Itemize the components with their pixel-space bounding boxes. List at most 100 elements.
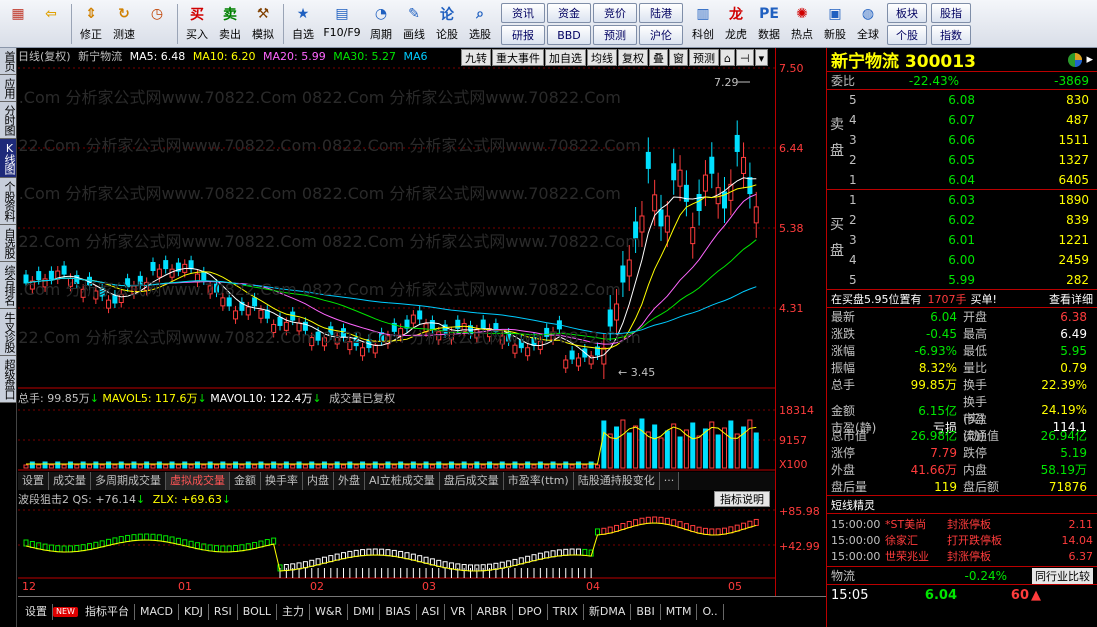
indicator-tab-4[interactable]: KDJ xyxy=(179,604,209,620)
toolbar-text-button[interactable]: 预测 xyxy=(593,25,637,45)
lock-icon[interactable]: ⌂ xyxy=(720,49,735,66)
volume-tab-0[interactable]: 设置 xyxy=(18,472,49,490)
toolbar.items2-pe-button[interactable]: PE 数据 xyxy=(753,2,785,46)
pie-icon[interactable]: ▸ xyxy=(1067,52,1093,68)
toolbar.items-sell-button[interactable]: 卖卖出 xyxy=(214,2,246,46)
toolbar.items-windows-grid-button[interactable]: ▦ xyxy=(2,2,34,46)
toolbar.items2-dragon-button[interactable]: 龙龙虎 xyxy=(720,2,752,46)
detail-button[interactable]: 查看详细 xyxy=(1049,291,1093,307)
toolbar.items-magnifier-chart-button[interactable]: ⌕ 选股 xyxy=(464,2,496,46)
toolbar.items2-ipo-button[interactable]: ▣ 新股 xyxy=(819,2,851,46)
indicator-tab-15[interactable]: TRIX xyxy=(548,604,584,620)
indicator-tab-19[interactable]: O.. xyxy=(697,604,724,620)
volume-tab-2[interactable]: 多周期成交量 xyxy=(91,472,166,490)
left-tab-6[interactable]: 综合排名 xyxy=(0,262,16,309)
volume-tab-4[interactable]: 金额 xyxy=(230,472,261,490)
toolbar.items-buy-button[interactable]: 买买入 xyxy=(181,2,213,46)
shortline-item[interactable]: 15:00:00 徐家汇 打开跌停板 14.04 xyxy=(827,532,1097,548)
toolbar-text-button[interactable]: BBD xyxy=(547,25,591,45)
toolbar.items-hammer-button[interactable]: ⚒ 模拟 xyxy=(247,2,279,46)
date-tick: 04 xyxy=(586,580,600,593)
chart-tab-7[interactable]: 预测 xyxy=(689,49,719,66)
toolbar.items-period-button[interactable]: ◔ 周期 xyxy=(365,2,397,46)
volume-tab-1[interactable]: 成交量 xyxy=(49,472,91,490)
chart-tab-5[interactable]: 叠 xyxy=(649,49,668,66)
toolbar.items-clock-button[interactable]: ◷ xyxy=(141,2,173,46)
kline-chart-svg[interactable]: 7.29 ← 3.45 0822.Com 分析家公式网www.70822.Com 0… xyxy=(18,48,775,596)
volume-bar xyxy=(423,461,429,469)
indicator-help-button[interactable]: 指标说明 xyxy=(714,491,770,507)
volume-tab-8[interactable]: AI立桩成交量 xyxy=(365,472,440,490)
toolbar-text-button[interactable]: 股指 xyxy=(931,3,971,23)
chart-tab-2[interactable]: 加自选 xyxy=(545,49,586,66)
volume-tab-9[interactable]: 盘后成交量 xyxy=(439,472,504,490)
volume-tab-5[interactable]: 换手率 xyxy=(261,472,303,490)
toolbar.items-chat-button[interactable]: 论论股 xyxy=(431,2,463,46)
toolbar-text-button[interactable]: 指数 xyxy=(931,25,971,45)
volume-tab-7[interactable]: 外盘 xyxy=(334,472,365,490)
left-tab-8[interactable]: 超级盘口 xyxy=(0,356,16,403)
toolbar-text-button[interactable]: 资讯 xyxy=(501,3,545,23)
indicator-tab-3[interactable]: MACD xyxy=(135,604,179,620)
toolbar.items-updown-arrows-button[interactable]: ⇕ 修正 xyxy=(75,2,107,46)
left-tab-7[interactable]: 牛叉诊股 xyxy=(0,309,16,356)
shortline-item[interactable]: 15:00:00 *ST美尚 封涨停板 2.11 xyxy=(827,516,1097,532)
indicator-tab-10[interactable]: BIAS xyxy=(380,604,417,620)
volume-tab-12[interactable]: ··· xyxy=(659,472,680,490)
chart-tab-0[interactable]: 九转 xyxy=(461,49,491,66)
volume-tab-6[interactable]: 内盘 xyxy=(303,472,334,490)
left-tab-0[interactable]: 首页 xyxy=(0,48,16,75)
toolbar.items-refresh-button[interactable]: ↻ 测速 xyxy=(108,2,140,46)
indicator-tab-17[interactable]: BBI xyxy=(631,604,661,620)
chart-tab-1[interactable]: 重大事件 xyxy=(492,49,544,66)
left-tab-1[interactable]: 应用 xyxy=(0,75,16,102)
toolbar.items2-hot-button[interactable]: ✺ 热点 xyxy=(786,2,818,46)
toolbar.items-doc-button[interactable]: ▤ F10/F9 xyxy=(320,2,364,46)
indicator-tab-5[interactable]: RSI xyxy=(209,604,238,620)
left-tab-5[interactable]: 自选股 xyxy=(0,225,16,262)
toolbar-text-button[interactable]: 板块 xyxy=(887,3,927,23)
volume-bar xyxy=(487,461,493,469)
toolbar.items2-chart-button[interactable]: ▥ 科创 xyxy=(687,2,719,46)
indicator-tab-7[interactable]: 主力 xyxy=(277,604,311,620)
indicator-tab-9[interactable]: DMI xyxy=(348,604,381,620)
toolbar.items-star-list-button[interactable]: ★ 自选 xyxy=(287,2,319,46)
toolbar-text-button[interactable]: 个股 xyxy=(887,25,927,45)
pin-icon[interactable]: ⊣ xyxy=(735,49,754,66)
indicator-tab-12[interactable]: VR xyxy=(445,604,472,620)
industry-compare-button[interactable]: 同行业比较 xyxy=(1032,567,1093,584)
dropdown-icon[interactable]: ▾ xyxy=(754,49,769,66)
chart-tab-4[interactable]: 复权 xyxy=(618,49,648,66)
toolbar.items-pencil-button[interactable]: ✎ 画线 xyxy=(398,2,430,46)
indicator-tab-13[interactable]: ARBR xyxy=(472,604,513,620)
volume-tab-11[interactable]: 陆股通持股变化 xyxy=(573,472,660,490)
toolbar.items2-globe-button[interactable]: ◍ 全球 xyxy=(852,2,884,46)
indicator-bar xyxy=(671,519,677,527)
volume-tab-10[interactable]: 市盈率(ttm) xyxy=(503,472,574,490)
left-tab-4[interactable]: 个股资料 xyxy=(0,178,16,225)
shortline-time: 15:00:00 xyxy=(831,549,881,563)
indicator-tab-8[interactable]: W&R xyxy=(310,604,349,620)
toolbar-text-button[interactable]: 研报 xyxy=(501,25,545,45)
chart-tab-6[interactable]: 窗 xyxy=(669,49,688,66)
toolbar-text-button[interactable]: 沪伦 xyxy=(639,25,683,45)
toolbar-label: 全球 xyxy=(857,28,879,41)
toolbar-text-button[interactable]: 资金 xyxy=(547,3,591,23)
indicator-tab-14[interactable]: DPO xyxy=(513,604,548,620)
indicator-tab-0[interactable]: 设置 xyxy=(20,604,53,620)
kline-chart-area[interactable]: 7.29 ← 3.45 0822.Com 分析家公式网www.70822.Com 0… xyxy=(18,48,775,596)
left-tab-2[interactable]: 分时图 xyxy=(0,102,16,139)
shortline-item[interactable]: 15:00:00 世荣兆业 封涨停板 6.37 xyxy=(827,548,1097,564)
indicator-tab-16[interactable]: 新DMA xyxy=(584,604,632,620)
indicator-tab-6[interactable]: BOLL xyxy=(238,604,278,620)
indicator-tab-2[interactable]: 指标平台 xyxy=(80,604,135,620)
toolbar.items-back-arrow-button[interactable]: ⇦ xyxy=(35,2,67,46)
left-tab-3[interactable]: K线图 xyxy=(0,139,16,178)
indicator-tab-18[interactable]: MTM xyxy=(661,604,698,620)
toolbar-text-button[interactable]: 陆港 xyxy=(639,3,683,23)
volume-tab-3[interactable]: 虚拟成交量 xyxy=(166,472,230,490)
volume-bar xyxy=(556,464,562,469)
toolbar-text-button[interactable]: 竞价 xyxy=(593,3,637,23)
chart-tab-3[interactable]: 均线 xyxy=(587,49,617,66)
indicator-tab-11[interactable]: ASI xyxy=(417,604,446,620)
